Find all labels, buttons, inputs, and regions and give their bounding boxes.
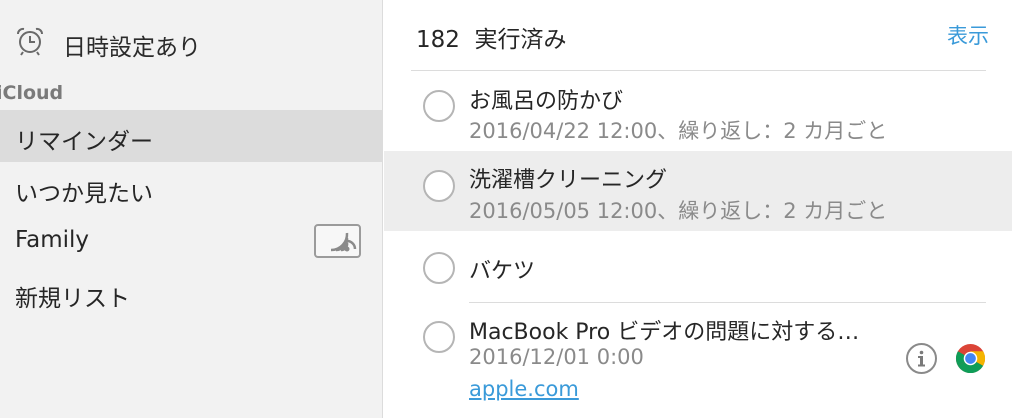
reminder-title[interactable]: バケツ	[469, 253, 535, 285]
completed-label: 実行済み	[474, 27, 567, 53]
complete-checkbox[interactable]	[423, 90, 455, 122]
reminder-due: 2016/05/05 12:00、繰り返し：2 カ月ごと	[469, 199, 888, 223]
chrome-icon[interactable]	[955, 343, 986, 374]
complete-checkbox[interactable]	[423, 170, 455, 202]
sidebar-item-label: 日時設定あり	[63, 35, 201, 61]
broadcast-icon	[330, 232, 357, 252]
sidebar-item-label: リマインダー	[15, 129, 153, 155]
complete-checkbox[interactable]	[423, 252, 455, 284]
sidebar-item-scheduled[interactable]: 日時設定あり	[0, 20, 383, 64]
reminder-due: 2016/12/01 0:00	[469, 345, 644, 369]
show-completed-link[interactable]: 表示	[947, 20, 989, 50]
sidebar-item-label: いつか見たい	[15, 181, 153, 207]
reminder-row[interactable]: MacBook Pro ビデオの問題に対する… 2016/12/01 0:00 …	[384, 303, 1012, 418]
reminder-title[interactable]: 洗濯槽クリーニング	[469, 162, 667, 194]
sidebar-item-label: 新規リスト	[15, 286, 130, 312]
reminders-pane: 182 実行済み 表示 お風呂の防かび 2016/04/22 12:00、繰り返…	[384, 0, 1012, 418]
alarm-clock-icon	[17, 27, 43, 56]
complete-checkbox[interactable]	[423, 321, 455, 353]
sidebar: 日時設定あり iCloud リマインダー いつか見たい Family 新規リスト	[0, 0, 383, 418]
reminder-title[interactable]: MacBook Pro ビデオの問題に対する…	[469, 314, 859, 346]
sidebar-item-reminders[interactable]: リマインダー	[0, 110, 383, 162]
sidebar-item-label: Family	[15, 227, 90, 253]
reminder-url-link[interactable]: apple.com	[469, 377, 579, 401]
sidebar-item-new-list[interactable]: 新規リスト	[0, 267, 383, 319]
reminder-row[interactable]: 洗濯槽クリーニング 2016/05/05 12:00、繰り返し：2 カ月ごと	[384, 151, 1012, 231]
reminder-title[interactable]: お風呂の防かび	[469, 83, 623, 115]
reminder-due: 2016/04/22 12:00、繰り返し：2 カ月ごと	[469, 119, 888, 143]
sidebar-section-icloud: iCloud	[0, 82, 64, 104]
sidebar-item-someday[interactable]: いつか見たい	[0, 162, 383, 214]
shared-list-icon[interactable]	[314, 224, 361, 258]
sidebar-item-family[interactable]: Family	[0, 215, 383, 267]
info-glyph	[918, 350, 925, 367]
info-icon[interactable]	[906, 343, 937, 374]
completed-count: 182	[416, 27, 460, 53]
reminder-row[interactable]: バケツ	[384, 231, 1012, 303]
reminder-row[interactable]: お風呂の防かび 2016/04/22 12:00、繰り返し：2 カ月ごと	[384, 71, 1012, 151]
completed-header: 182 実行済み	[416, 20, 567, 54]
